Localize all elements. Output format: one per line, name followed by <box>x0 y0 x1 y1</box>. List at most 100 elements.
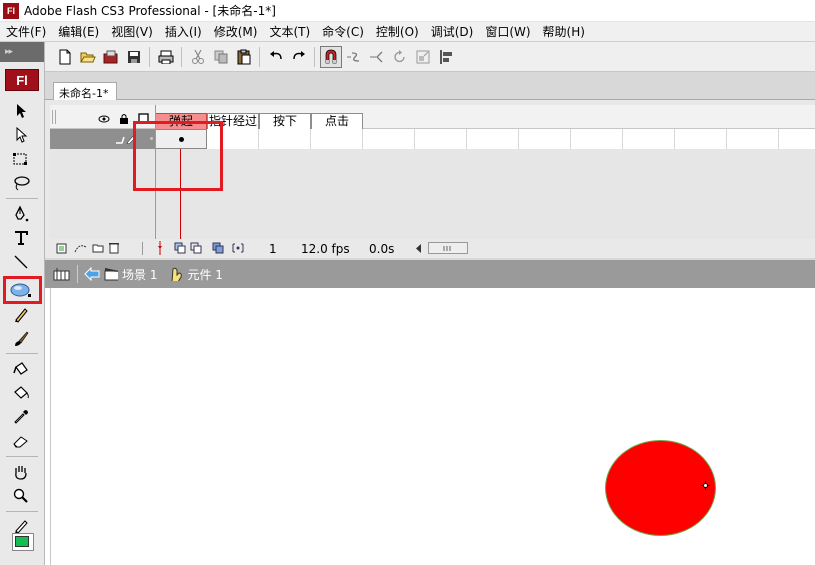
text-icon <box>15 231 28 245</box>
onion-skin-outlines-icon[interactable] <box>190 242 202 254</box>
eraser-tool[interactable] <box>8 430 34 452</box>
ink-bottle-tool[interactable] <box>8 358 34 380</box>
undo-button[interactable] <box>265 46 287 68</box>
onion-skin-icon[interactable] <box>174 242 186 254</box>
menu-help[interactable]: 帮助(H) <box>537 23 591 40</box>
insert-layer-icon[interactable] <box>56 242 68 254</box>
flash-app-icon: Fl <box>3 2 19 19</box>
title-bar: Fl Adobe Flash CS3 Professional - [未命名-1… <box>0 0 815 22</box>
save-icon <box>128 50 140 63</box>
eye-icon[interactable] <box>98 115 110 123</box>
pen-tool[interactable] <box>8 203 34 225</box>
align-icon <box>440 49 452 64</box>
menu-view[interactable]: 视图(V) <box>105 23 159 40</box>
copy-button[interactable] <box>210 46 232 68</box>
add-motion-guide-icon[interactable] <box>74 242 88 254</box>
stage-canvas[interactable] <box>50 288 815 565</box>
brush-icon <box>15 331 29 346</box>
timeline-scrollbar[interactable] <box>428 242 468 254</box>
registration-point-icon <box>701 481 710 490</box>
up-frame-highlight <box>133 121 223 191</box>
current-frame: 1 <box>269 242 277 256</box>
bridge-button[interactable] <box>100 46 122 68</box>
menu-text[interactable]: 文本(T) <box>263 23 316 40</box>
breadcrumb-scene[interactable]: 场景 1 <box>104 266 157 283</box>
brush-tool[interactable] <box>8 328 34 350</box>
scroll-left-icon[interactable] <box>415 244 422 253</box>
cut-button[interactable] <box>187 46 209 68</box>
open-icon <box>80 52 96 62</box>
align-button[interactable] <box>435 46 457 68</box>
fill-color[interactable] <box>12 533 34 551</box>
menu-debug[interactable]: 调试(D) <box>425 23 480 40</box>
document-tab[interactable]: 未命名-1* <box>53 82 117 101</box>
zoom-icon <box>13 488 28 503</box>
hand-tool[interactable] <box>8 461 34 483</box>
snap-magnet-icon <box>325 49 337 63</box>
eraser-icon <box>13 436 28 448</box>
symbol-label: 元件 1 <box>187 267 223 282</box>
frame-down[interactable]: 按下 <box>259 113 311 130</box>
subselection-tool[interactable] <box>8 124 34 146</box>
menu-edit[interactable]: 编辑(E) <box>52 23 105 40</box>
snap-to-objects-button[interactable] <box>320 45 342 68</box>
rotate-icon <box>394 49 405 62</box>
breadcrumb-symbol[interactable]: 元件 1 <box>169 266 223 283</box>
eyedropper-tool[interactable] <box>8 406 34 428</box>
menu-commands[interactable]: 命令(C) <box>316 23 370 40</box>
menu-bar: 文件(F) 编辑(E) 视图(V) 插入(I) 修改(M) 文本(T) 命令(C… <box>0 22 815 42</box>
menu-modify[interactable]: 修改(M) <box>208 23 264 40</box>
pen-icon <box>15 205 29 222</box>
frame-hit[interactable]: 点击 <box>311 113 363 130</box>
lasso-tool[interactable] <box>8 172 34 194</box>
subselect-arrow-icon <box>16 127 28 143</box>
rotate-button[interactable] <box>389 46 411 68</box>
zoom-tool[interactable] <box>8 485 34 507</box>
new-icon <box>59 49 71 64</box>
paste-button[interactable] <box>233 46 255 68</box>
ink-bottle-icon <box>13 362 28 375</box>
free-transform-icon <box>13 153 27 165</box>
menu-file[interactable]: 文件(F) <box>0 23 52 40</box>
flash-logo: Fl <box>5 69 39 91</box>
back-arrow-icon[interactable] <box>84 267 100 281</box>
line-tool[interactable] <box>8 251 34 273</box>
text-tool[interactable] <box>8 227 34 249</box>
print-button[interactable] <box>155 46 177 68</box>
menu-control[interactable]: 控制(O) <box>370 23 425 40</box>
pencil-tool[interactable] <box>8 304 34 326</box>
timeline-toggle-icon[interactable] <box>53 266 71 282</box>
scale-icon <box>416 50 430 63</box>
insert-folder-icon[interactable] <box>92 242 104 254</box>
elapsed-time: 0.0s <box>369 242 395 256</box>
menu-window[interactable]: 窗口(W) <box>479 23 536 40</box>
redo-button[interactable] <box>288 46 310 68</box>
smooth-button[interactable] <box>343 46 365 68</box>
scene-label: 场景 1 <box>122 267 158 282</box>
open-button[interactable] <box>77 46 99 68</box>
edit-multiple-frames-icon[interactable] <box>212 242 224 254</box>
panel-grip-icon <box>52 110 56 124</box>
straighten-button[interactable] <box>366 46 388 68</box>
selection-tool[interactable] <box>8 100 34 122</box>
pencil-icon <box>15 308 28 323</box>
free-transform-tool[interactable] <box>8 148 34 170</box>
modify-onion-markers-icon[interactable] <box>232 242 244 254</box>
copy-icon <box>214 50 228 63</box>
save-button[interactable] <box>123 46 145 68</box>
new-button[interactable] <box>54 46 76 68</box>
paint-bucket-tool[interactable] <box>8 382 34 404</box>
fill-color-swatch <box>15 536 29 547</box>
panel-collapse-grip[interactable]: ▸▸ <box>0 42 44 62</box>
center-frame-icon[interactable] <box>156 241 164 255</box>
delete-layer-icon[interactable] <box>108 241 120 254</box>
undo-icon <box>270 50 282 59</box>
menu-insert[interactable]: 插入(I) <box>159 23 208 40</box>
frame-rate[interactable]: 12.0 fps <box>301 242 350 256</box>
paint-bucket-icon <box>14 386 29 399</box>
red-oval-shape[interactable] <box>605 440 716 536</box>
lock-icon[interactable] <box>119 113 129 124</box>
redo-icon <box>293 50 305 59</box>
scale-button[interactable] <box>412 46 434 68</box>
bridge-icon <box>103 50 118 63</box>
